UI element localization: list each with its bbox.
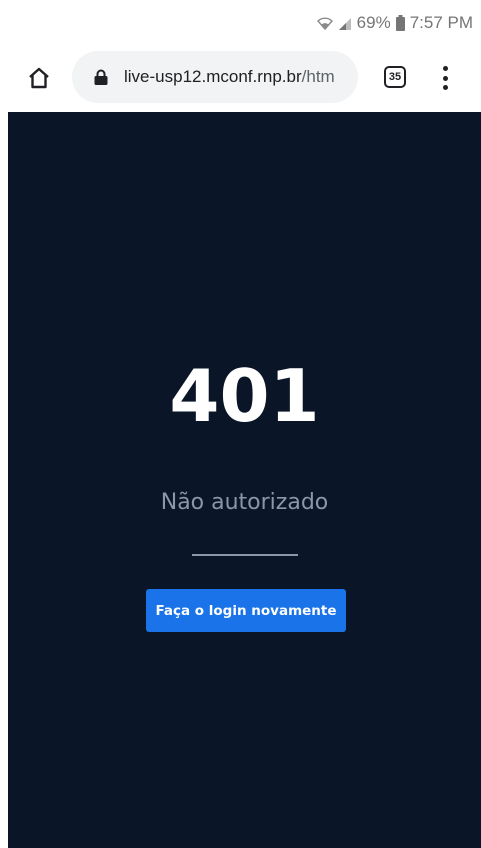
wifi-icon bbox=[316, 17, 333, 31]
url-domain: live-usp12.mconf.rnp.br bbox=[124, 67, 302, 86]
signal-icon bbox=[338, 17, 351, 30]
more-vert-icon[interactable] bbox=[438, 64, 452, 92]
address-bar[interactable]: live-usp12.mconf.rnp.br/htm bbox=[72, 51, 358, 103]
menu-dot bbox=[442, 75, 448, 81]
home-icon bbox=[29, 67, 49, 89]
tab-count: 35 bbox=[388, 71, 402, 83]
login-again-button[interactable]: Faça o login novamente bbox=[146, 589, 346, 632]
divider bbox=[192, 554, 298, 556]
error-message: Não autorizado bbox=[160, 490, 329, 515]
browser-toolbar: live-usp12.mconf.rnp.br/htm 35 bbox=[0, 46, 481, 112]
url-text: live-usp12.mconf.rnp.br/htm bbox=[124, 67, 335, 87]
home-button[interactable] bbox=[22, 61, 56, 95]
lock-icon bbox=[94, 69, 108, 85]
url-path: /htm bbox=[301, 67, 335, 86]
battery-icon bbox=[395, 15, 405, 31]
menu-dot bbox=[442, 85, 448, 90]
status-bar: 69% 7:57 PM bbox=[0, 0, 481, 46]
clock: 7:57 PM bbox=[409, 13, 473, 32]
page-content: 401 Não autorizado Faça o login novament… bbox=[8, 112, 481, 848]
error-code: 401 bbox=[169, 354, 320, 438]
tab-switcher-button[interactable]: 35 bbox=[384, 66, 406, 88]
battery-percent: 69% bbox=[356, 13, 391, 32]
menu-dot bbox=[442, 66, 448, 71]
